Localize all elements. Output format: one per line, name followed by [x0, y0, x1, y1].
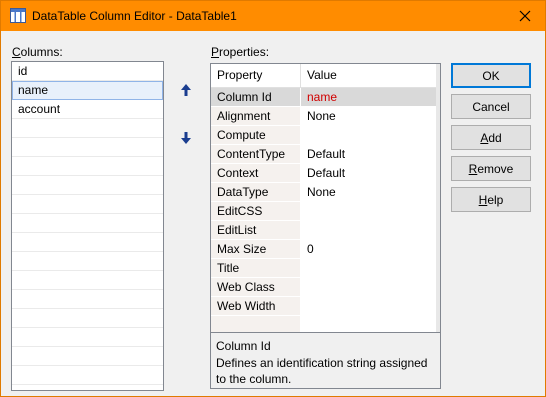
property-row[interactable]: Max Size 0 — [211, 240, 440, 259]
property-row[interactable]: EditCSS — [211, 202, 440, 221]
window-title: DataTable Column Editor - DataTable1 — [32, 9, 237, 23]
property-name: Column Id — [211, 88, 301, 106]
property-name: Compute — [211, 126, 301, 144]
property-value[interactable] — [301, 297, 440, 315]
property-value[interactable]: 0 — [301, 240, 440, 258]
property-name: Title — [211, 259, 301, 277]
column-list-item[interactable] — [12, 290, 163, 309]
column-list-item[interactable] — [12, 138, 163, 157]
close-icon — [519, 10, 531, 22]
arrow-up-icon[interactable] — [179, 83, 193, 97]
cancel-button[interactable]: Cancel — [451, 94, 531, 119]
property-row[interactable]: DataType None — [211, 183, 440, 202]
property-row[interactable]: Web Class — [211, 278, 440, 297]
property-value[interactable]: name — [301, 88, 440, 106]
title-bar[interactable]: DataTable Column Editor - DataTable1 — [1, 1, 545, 31]
property-name: Web Class — [211, 278, 301, 296]
property-row[interactable]: Web Width — [211, 297, 440, 316]
property-value[interactable]: None — [301, 183, 440, 201]
property-value[interactable] — [301, 278, 440, 296]
property-description: Column Id Defines an identification stri… — [210, 332, 441, 389]
close-button[interactable] — [505, 1, 545, 31]
column-list-item[interactable] — [12, 366, 163, 385]
grid-rows: Column Id name Alignment None Compute Content… — [211, 88, 440, 335]
datatable-icon — [10, 8, 26, 23]
remove-button[interactable]: Remove — [451, 156, 531, 181]
property-row[interactable]: EditList — [211, 221, 440, 240]
columns-list[interactable]: id name account — [11, 61, 164, 391]
property-name: Web Width — [211, 297, 301, 315]
property-row[interactable]: Column Id name — [211, 88, 440, 107]
grid-scrollbar[interactable] — [436, 64, 440, 332]
properties-label: Properties: — [211, 45, 270, 59]
property-name: Context — [211, 164, 301, 182]
column-list-item[interactable] — [12, 309, 163, 328]
grid-header: Property Value — [211, 64, 440, 88]
property-value[interactable]: None — [301, 107, 440, 125]
ok-button[interactable]: OK — [451, 63, 531, 88]
column-list-item[interactable] — [12, 195, 163, 214]
property-value[interactable]: Default — [301, 145, 440, 163]
column-list-item[interactable]: name — [12, 81, 163, 100]
property-row[interactable]: Alignment None — [211, 107, 440, 126]
property-name: DataType — [211, 183, 301, 201]
description-text: Defines an identification string assigne… — [216, 356, 428, 386]
description-title: Column Id — [216, 339, 271, 353]
header-property: Property — [211, 64, 301, 87]
property-value[interactable] — [301, 221, 440, 239]
add-button[interactable]: Add — [451, 125, 531, 150]
property-value[interactable] — [301, 202, 440, 220]
property-name: Alignment — [211, 107, 301, 125]
property-name: EditList — [211, 221, 301, 239]
column-list-item[interactable]: id — [12, 62, 163, 81]
property-row[interactable]: Title — [211, 259, 440, 278]
property-row[interactable]: ContentType Default — [211, 145, 440, 164]
column-list-item[interactable] — [12, 176, 163, 195]
column-list-item[interactable] — [12, 271, 163, 290]
property-value[interactable] — [301, 126, 440, 144]
property-name: EditCSS — [211, 202, 301, 220]
dialog-window: DataTable Column Editor - DataTable1 Col… — [0, 0, 546, 397]
property-row[interactable]: Context Default — [211, 164, 440, 183]
column-list-item[interactable] — [12, 157, 163, 176]
property-value[interactable] — [301, 259, 440, 277]
help-button[interactable]: Help — [451, 187, 531, 212]
property-name: ContentType — [211, 145, 301, 163]
properties-grid[interactable]: Property Value Column Id name Alignment Non… — [210, 63, 441, 335]
column-list-item[interactable] — [12, 119, 163, 138]
column-list-item[interactable] — [12, 347, 163, 366]
property-row[interactable]: Compute — [211, 126, 440, 145]
arrow-down-icon[interactable] — [179, 131, 193, 145]
column-list-item[interactable] — [12, 233, 163, 252]
column-list-item[interactable] — [12, 328, 163, 347]
property-value[interactable]: Default — [301, 164, 440, 182]
property-name: Max Size — [211, 240, 301, 258]
column-list-item[interactable] — [12, 214, 163, 233]
columns-label: Columns: — [12, 45, 63, 59]
header-value: Value — [307, 68, 337, 82]
column-list-item[interactable]: account — [12, 100, 163, 119]
column-list-item[interactable] — [12, 252, 163, 271]
